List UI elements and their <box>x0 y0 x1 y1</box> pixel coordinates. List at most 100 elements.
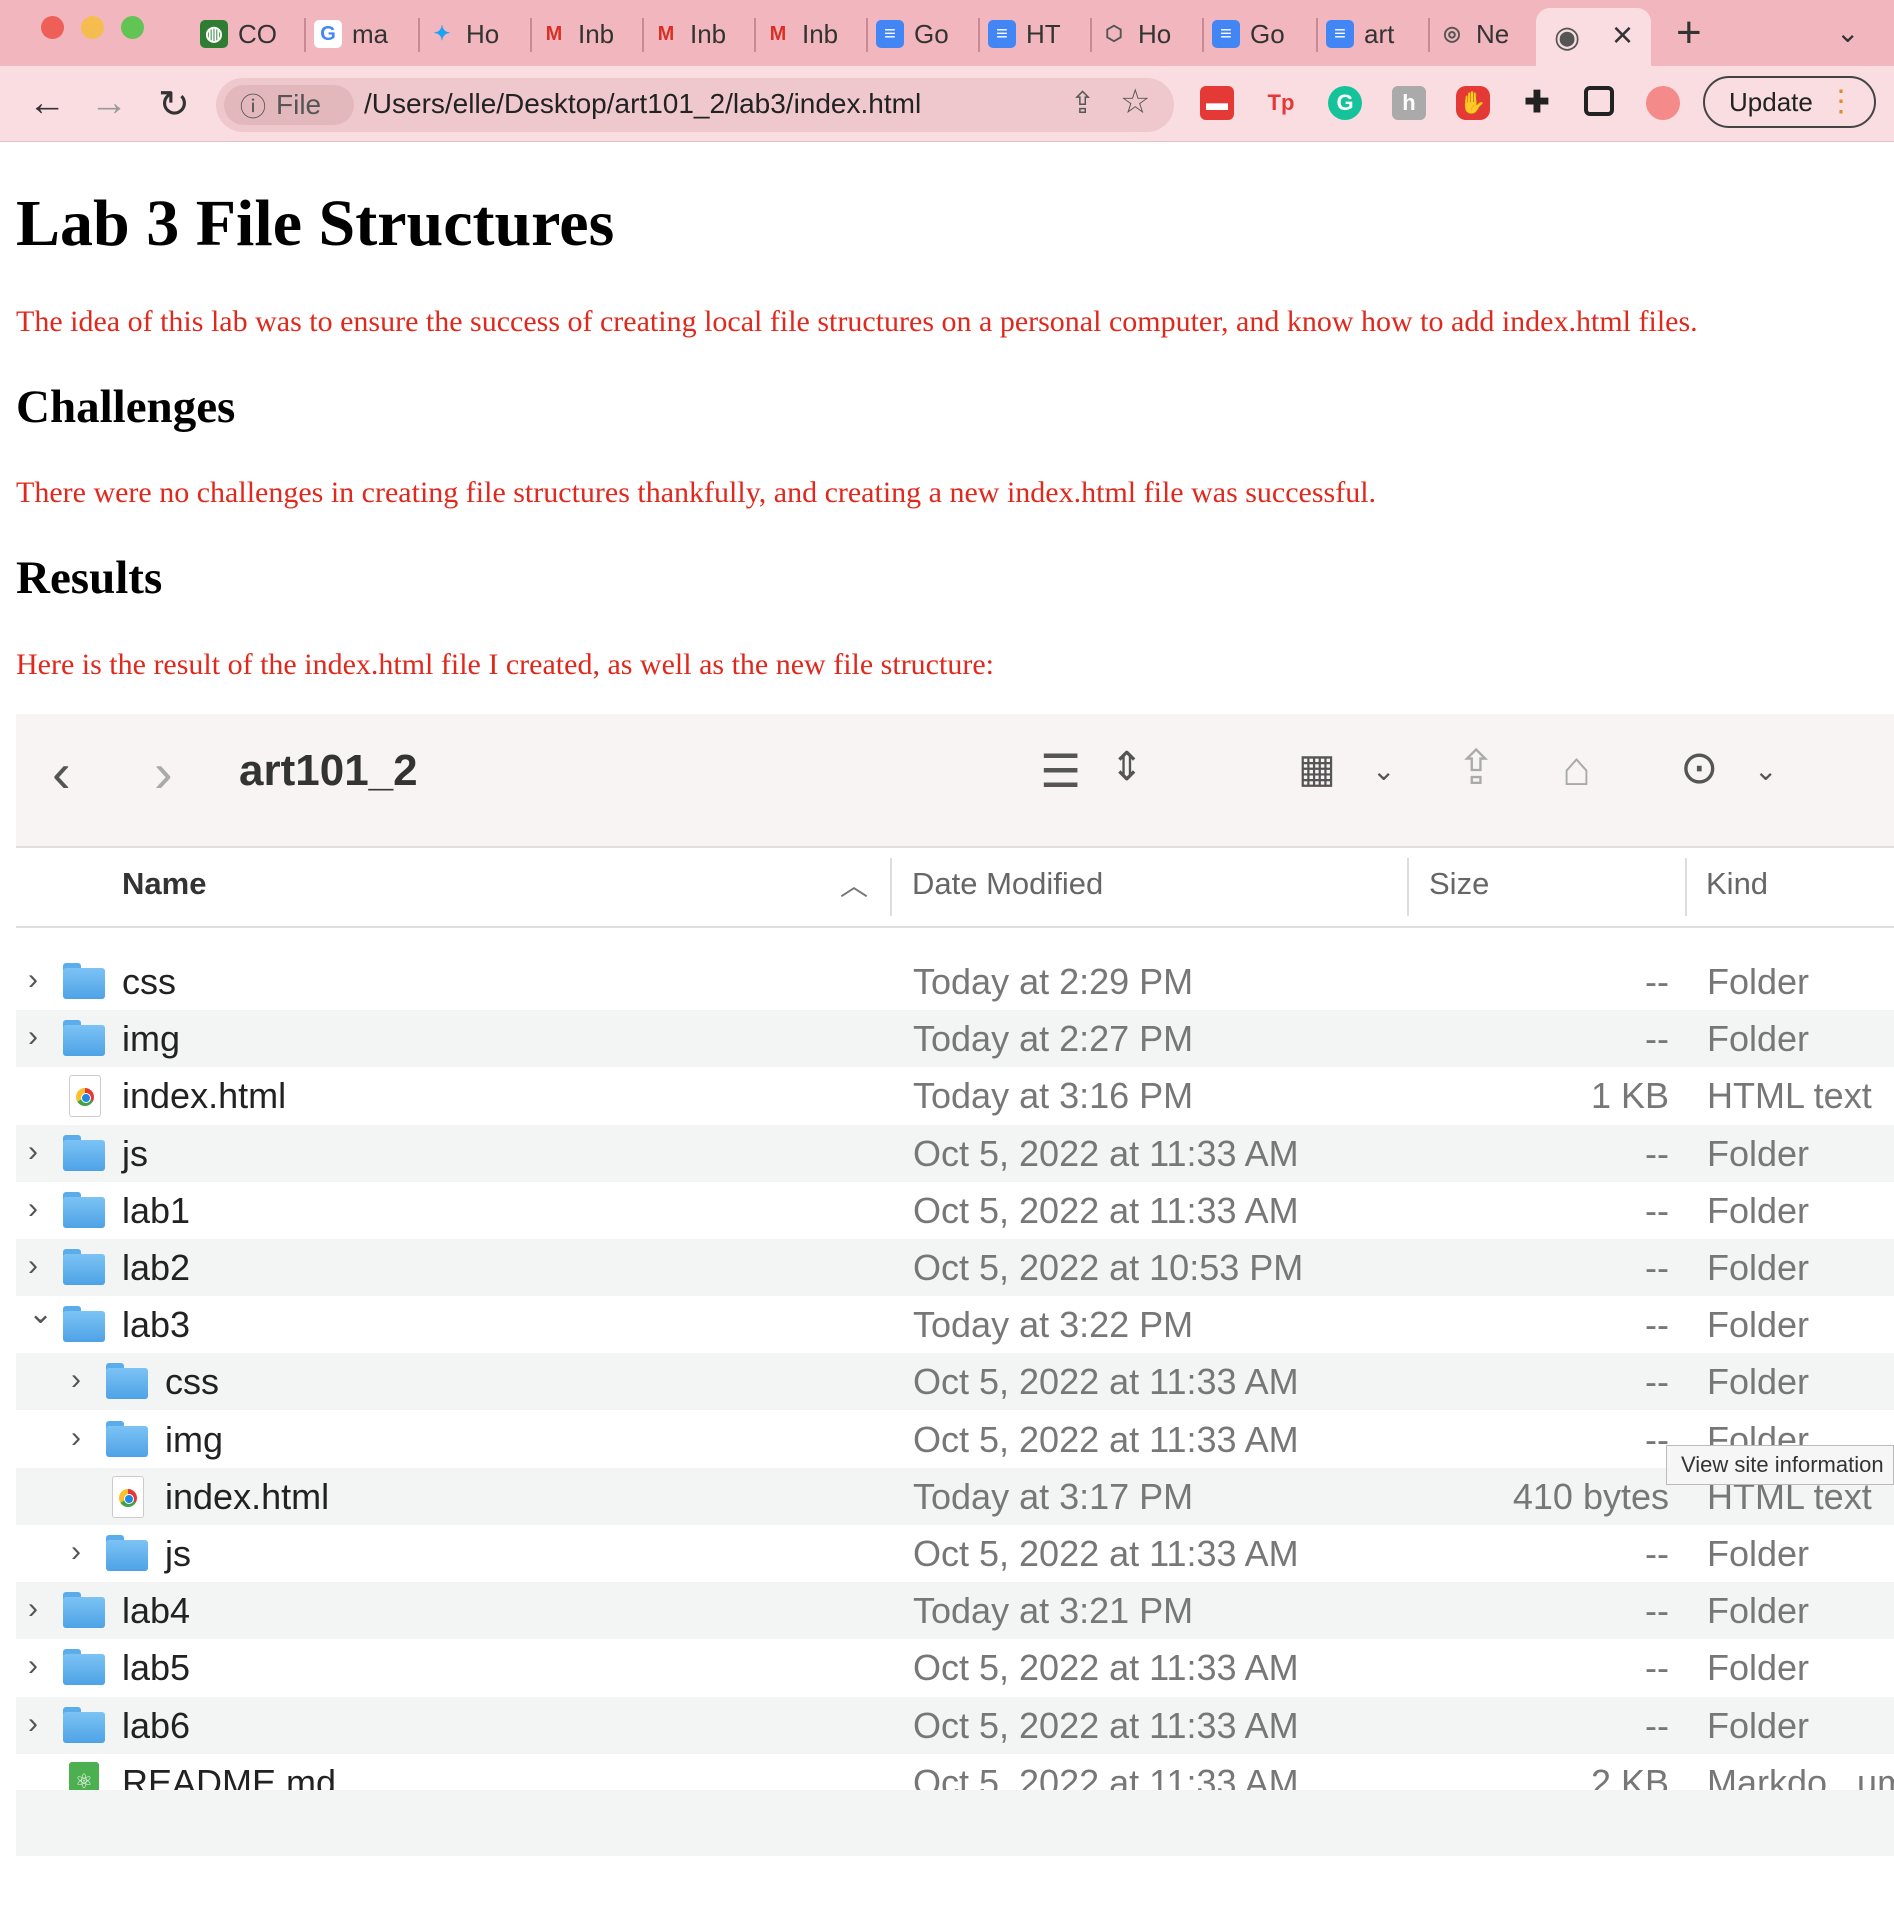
intro-text: The idea of this lab was to ensure the s… <box>16 305 1698 338</box>
table-row[interactable]: › css Oct 5, 2022 at 11:33 AM -- Folder <box>16 1353 1894 1411</box>
row-kind: Folder <box>1707 1247 1810 1288</box>
grammarly-icon[interactable]: G <box>1328 86 1362 120</box>
tab-5[interactable]: M Inb <box>764 10 839 58</box>
row-date: Oct 5, 2022 at 11:33 AM <box>913 1361 1299 1403</box>
disclosure-collapsed-icon[interactable]: › <box>28 1135 38 1169</box>
tab-label: Ho <box>466 18 500 49</box>
extension-tp-icon[interactable]: Tp <box>1264 86 1298 120</box>
menu-dots-icon: ⋮ <box>1826 85 1856 118</box>
table-row[interactable]: › img Today at 2:27 PM -- Folder <box>16 1010 1894 1068</box>
folder-icon <box>106 1535 148 1571</box>
table-row[interactable]: › lab4 Today at 3:21 PM -- Folder <box>16 1582 1894 1640</box>
disclosure-collapsed-icon[interactable]: › <box>28 1249 38 1283</box>
reload-button[interactable]: ↻ <box>158 82 190 127</box>
avatar[interactable] <box>1646 86 1680 120</box>
tab-10[interactable]: ≡ art <box>1326 10 1394 58</box>
folder-icon <box>63 1191 105 1228</box>
row-size: 1 KB <box>1590 1075 1669 1117</box>
tab-label: HT <box>1026 18 1061 49</box>
tab-label: Go <box>914 18 949 49</box>
minimize-window-button[interactable] <box>81 16 104 39</box>
tab-11[interactable]: ◎ Ne <box>1438 10 1509 58</box>
tab-1[interactable]: Gma <box>314 10 388 58</box>
table-row[interactable]: › lab6 Oct 5, 2022 at 11:33 AM -- Folder <box>16 1696 1894 1754</box>
disclosure-collapsed-icon[interactable]: › <box>28 1707 38 1741</box>
disclosure-collapsed-icon[interactable]: › <box>28 963 38 997</box>
tooltip: View site information <box>1666 1445 1894 1485</box>
tab-label: art <box>1364 18 1395 49</box>
disclosure-expanded-icon[interactable]: ⌄ <box>28 1296 53 1331</box>
close-window-button[interactable] <box>41 16 64 39</box>
site-info-chip[interactable]: ⓘ File <box>224 85 354 125</box>
docs-icon: ≡ <box>1212 20 1240 48</box>
update-button[interactable]: Update ⋮ <box>1703 76 1876 128</box>
new-tab-button[interactable]: + <box>1676 8 1702 58</box>
bookmark-star-icon[interactable]: ☆ <box>1120 82 1150 122</box>
row-kind: Folder <box>1707 1533 1810 1574</box>
folder-icon <box>63 1706 105 1743</box>
disclosure-collapsed-icon[interactable]: › <box>28 1592 38 1626</box>
gmail-icon: M <box>545 23 563 45</box>
table-row[interactable]: › js Oct 5, 2022 at 11:33 AM -- Folder <box>16 1525 1894 1582</box>
html-file-icon <box>69 1075 101 1118</box>
row-size: -- <box>1645 1304 1669 1346</box>
table-row[interactable]: › img Oct 5, 2022 at 11:33 AM -- Folder <box>16 1411 1894 1468</box>
tab-close-button[interactable]: × <box>1612 14 1633 56</box>
row-size: -- <box>1645 1704 1669 1746</box>
adblock-icon[interactable]: ✋ <box>1456 86 1490 120</box>
table-row[interactable]: › js Oct 5, 2022 at 11:33 AM -- Folder <box>16 1124 1894 1182</box>
tab-7[interactable]: ≡ HT <box>988 10 1061 58</box>
disclosure-collapsed-icon[interactable]: › <box>28 1192 38 1226</box>
list-view-icon: ☰ <box>1040 745 1082 797</box>
zoom-window-button[interactable] <box>121 16 144 39</box>
tab-8[interactable]: ⬡ Ho <box>1100 10 1171 58</box>
url-text[interactable]: /Users/elle/Desktop/art101_2/lab3/index.… <box>364 88 921 120</box>
row-date: Oct 5, 2022 at 11:33 AM <box>913 1189 1299 1231</box>
table-row[interactable]: index.html Today at 3:16 PM 1 KB HTML text <box>16 1067 1894 1124</box>
address-bar[interactable]: ⓘ File /Users/elle/Desktop/art101_2/lab3… <box>216 78 1174 132</box>
tab-3[interactable]: M Inb <box>540 10 615 58</box>
table-row[interactable]: › lab1 Oct 5, 2022 at 11:33 AM -- Folder <box>16 1182 1894 1239</box>
row-date: Today at 3:16 PM <box>913 1075 1194 1117</box>
forward-button[interactable]: → <box>90 82 128 125</box>
row-kind: Folder <box>1707 1647 1810 1689</box>
tab-9[interactable]: ≡ Go <box>1212 10 1285 58</box>
share-icon[interactable]: ⇪ <box>1070 86 1095 121</box>
extension-red-icon[interactable]: ▬ <box>1200 86 1234 120</box>
disclosure-collapsed-icon[interactable]: › <box>71 1535 81 1569</box>
tab-strip: ◍ CO Gma ✦ Ho M Inb M Inb M Inb ≡ Go ≡ HT ⬡ Ho ≡ Go ≡ art ◎ Ne… <box>0 0 1894 66</box>
tab-label: Inb <box>802 18 839 49</box>
tab-6[interactable]: ≡ Go <box>876 10 949 58</box>
disclosure-collapsed-icon[interactable]: › <box>28 1020 38 1054</box>
row-size: 410 bytes <box>1512 1475 1669 1517</box>
row-date: Today at 3:17 PM <box>913 1475 1194 1517</box>
back-button[interactable]: ← <box>28 82 66 125</box>
table-row[interactable]: › lab5 Oct 5, 2022 at 11:33 AM -- Folder <box>16 1639 1894 1696</box>
tab-search-chevron-icon[interactable]: ⌄ <box>1836 16 1859 49</box>
column-divider <box>1685 858 1687 916</box>
table-row[interactable]: › lab2 Oct 5, 2022 at 10:53 PM -- Folder <box>16 1239 1894 1296</box>
folder-icon <box>63 1134 105 1171</box>
challenges-heading: Challenges <box>16 381 236 433</box>
extensions-puzzle-icon[interactable]: ✚ <box>1520 86 1554 120</box>
gmail-icon: M <box>657 23 675 45</box>
table-row[interactable]: › css Today at 2:29 PM -- Folder <box>16 953 1894 1010</box>
tab-separator <box>1316 18 1318 52</box>
table-row[interactable]: ⌄ lab3 Today at 3:22 PM -- Folder <box>16 1296 1894 1353</box>
twitter-icon: ✦ <box>433 23 451 45</box>
disclosure-collapsed-icon[interactable]: › <box>71 1421 81 1455</box>
docs-icon: ≡ <box>876 20 904 48</box>
tab-active[interactable]: ◉ × <box>1536 8 1651 66</box>
name-column-header: Name <box>122 866 207 901</box>
tab-2[interactable]: ✦ Ho <box>428 10 500 58</box>
disclosure-collapsed-icon[interactable]: › <box>28 1649 38 1683</box>
results-text: Here is the result of the index.html fil… <box>16 648 994 681</box>
tab-separator <box>304 18 306 52</box>
extension-grey-icon[interactable]: h <box>1392 86 1426 120</box>
tab-4[interactable]: M Inb <box>652 10 727 58</box>
disclosure-collapsed-icon[interactable]: › <box>71 1363 81 1397</box>
tab-0[interactable]: ◍ CO <box>200 10 277 58</box>
table-row[interactable]: index.html Today at 3:17 PM 410 bytes HTML … <box>16 1467 1894 1525</box>
side-panel-icon[interactable] <box>1584 86 1614 116</box>
row-date: Oct 5, 2022 at 11:33 AM <box>913 1132 1299 1174</box>
